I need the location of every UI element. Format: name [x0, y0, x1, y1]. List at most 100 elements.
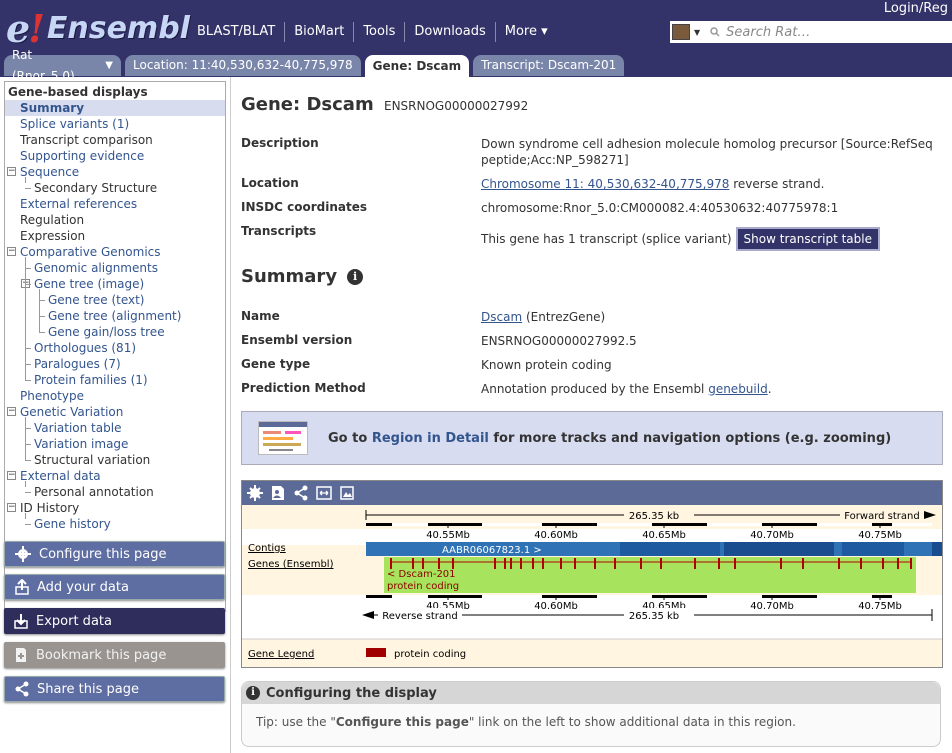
sidebar-item-label[interactable]: Gene gain/loss tree	[48, 325, 165, 339]
nav-blast[interactable]: BLAST/BLAT	[188, 22, 286, 42]
nav-downloads[interactable]: Downloads	[405, 22, 496, 42]
sidebar-item-label[interactable]: Sequence	[20, 165, 79, 179]
gene-track-image[interactable]: 265.35 kb Forward strand 40.55Mb 40.60Mb 4…	[242, 505, 942, 667]
show-transcript-table-button[interactable]: Show transcript table	[735, 227, 880, 251]
add-data-button[interactable]: Add your data	[4, 574, 225, 600]
tab-gene[interactable]: Gene: Dscam	[364, 55, 470, 77]
ensembl-logo[interactable]: e! Ensembl	[6, 6, 190, 51]
image-add-data-button[interactable]	[269, 485, 287, 501]
sidebar-item-label[interactable]: Summary	[20, 101, 84, 115]
tree-line	[39, 289, 40, 332]
sidebar-item-genomic-alignments[interactable]: Genomic alignments	[34, 260, 158, 276]
nav-tools[interactable]: Tools	[354, 22, 406, 42]
share-page-label: Share this page	[37, 681, 139, 697]
prediction-prefix: Annotation produced by the Ensembl	[481, 382, 709, 396]
name-link[interactable]: Dscam	[481, 310, 522, 324]
sidebar-item-label[interactable]: Genetic Variation	[20, 405, 123, 419]
sidebar-item-secondary-structure: Secondary Structure	[34, 180, 157, 196]
genebuild-link[interactable]: genebuild	[708, 382, 768, 396]
sidebar-item-label[interactable]: Variation table	[34, 421, 121, 435]
configuring-tip: Tip: use the "Configure this page" link …	[242, 704, 940, 729]
sidebar-item-splice-variants[interactable]: Splice variants (1)	[20, 116, 129, 132]
share-page-button[interactable]: Share this page	[4, 676, 225, 702]
sidebar-item-protein-families[interactable]: Protein families (1)	[34, 372, 148, 388]
name-value: Dscam (EntrezGene)	[481, 309, 941, 325]
sidebar-item-sequence[interactable]: Sequence	[20, 164, 79, 180]
exon	[640, 558, 642, 569]
sidebar-item-summary[interactable]: Summary	[5, 100, 225, 116]
region-prefix: Go to	[328, 430, 372, 446]
contigs-track-label[interactable]: Contigs	[248, 543, 286, 554]
sidebar-item-label[interactable]: Orthologues (81)	[34, 341, 136, 355]
export-data-button[interactable]: Export data	[4, 608, 225, 634]
tab-species[interactable]: Rat (Rnor_5.0) ▼	[4, 48, 121, 83]
collapse-toggle-icon[interactable]: −	[7, 247, 16, 256]
tip-bold: Configure this page	[335, 715, 469, 729]
summary-heading: Summary i	[241, 266, 364, 287]
genes-track-label[interactable]: Genes (Ensembl)	[248, 559, 334, 570]
image-export-button[interactable]	[338, 485, 356, 501]
image-share-button[interactable]	[292, 485, 310, 501]
sidebar-item-label[interactable]: Splice variants (1)	[20, 117, 129, 131]
sidebar-item-external-references[interactable]: External references	[20, 196, 137, 212]
sidebar-item-label[interactable]: Supporting evidence	[20, 149, 144, 163]
nav-more[interactable]: More ▾	[496, 22, 557, 42]
nav-biomart[interactable]: BioMart	[285, 22, 355, 42]
sidebar-item-gene-history[interactable]: Gene history	[34, 516, 111, 532]
sidebar-item-label[interactable]: Genomic alignments	[34, 261, 158, 275]
chevron-down-icon[interactable]: ▼	[694, 28, 700, 37]
sidebar-item-label[interactable]: Gene tree (image)	[34, 277, 144, 291]
image-resize-button[interactable]	[315, 485, 333, 501]
sidebar-item-label[interactable]: External references	[20, 197, 137, 211]
exon	[860, 558, 862, 569]
sidebar-item-comparative-genomics[interactable]: Comparative Genomics	[20, 244, 161, 260]
configuring-title: Configuring the display	[266, 685, 437, 701]
ruler-segment	[707, 523, 762, 526]
sidebar-item-label[interactable]: Comparative Genomics	[20, 245, 161, 259]
sidebar-item-label[interactable]: Gene tree (alignment)	[48, 309, 181, 323]
species-icon[interactable]	[672, 24, 690, 40]
sidebar-item-label[interactable]: Paralogues (7)	[34, 357, 121, 371]
sidebar-item-phenotype[interactable]: Phenotype	[20, 388, 84, 404]
configure-page-button[interactable]: Configure this page	[4, 541, 225, 567]
sidebar-item-label[interactable]: External data	[20, 469, 101, 483]
sidebar-item-gene-tree-alignment[interactable]: Gene tree (alignment)	[48, 308, 181, 324]
search-box[interactable]: ▼ Search Rat…	[670, 21, 952, 43]
sidebar-item-gene-gain-loss-tree[interactable]: Gene gain/loss tree	[48, 324, 165, 340]
region-thumbnail[interactable]	[258, 421, 308, 455]
image-config-button[interactable]	[246, 485, 264, 501]
ruler-segment	[597, 595, 652, 598]
region-in-detail-link[interactable]: Region in Detail	[372, 431, 489, 446]
sidebar-item-label[interactable]: Variation image	[34, 437, 128, 451]
share-icon	[294, 485, 308, 501]
bookmark-icon	[16, 648, 26, 662]
collapse-toggle-icon[interactable]: −	[7, 407, 16, 416]
sidebar-item-variation-image[interactable]: Variation image	[34, 436, 128, 452]
sidebar-item-gene-tree-text[interactable]: Gene tree (text)	[48, 292, 145, 308]
transcripts-value: This gene has 1 transcript (splice varia…	[481, 227, 941, 251]
info-icon[interactable]: i	[347, 268, 364, 285]
contig-segment-4	[932, 542, 942, 556]
gene-legend-label[interactable]: Gene Legend	[248, 649, 314, 660]
location-link[interactable]: Chromosome 11: 40,530,632-40,775,978	[481, 177, 729, 191]
collapse-toggle-icon[interactable]: −	[7, 471, 16, 480]
sidebar-item-gene-tree-image[interactable]: Gene tree (image)	[34, 276, 144, 292]
login-link[interactable]: Login/Reg	[884, 1, 948, 16]
sidebar-item-label[interactable]: Gene history	[34, 517, 111, 531]
sidebar-item-label[interactable]: Protein families (1)	[34, 373, 148, 387]
region-text: Go to Region in Detail for more tracks a…	[328, 431, 891, 446]
sidebar-item-paralogues[interactable]: Paralogues (7)	[34, 356, 121, 372]
sidebar-item-label[interactable]: Phenotype	[20, 389, 84, 403]
search-input[interactable]: Search Rat…	[710, 25, 810, 40]
sidebar-item-variation-table[interactable]: Variation table	[34, 420, 121, 436]
sidebar-item-external-data[interactable]: External data	[20, 468, 101, 484]
tab-location[interactable]: Location: 11:40,530,632-40,775,978	[125, 55, 361, 76]
sidebar-item-label[interactable]: Gene tree (text)	[48, 293, 145, 307]
sidebar-item-supporting-evidence[interactable]: Supporting evidence	[20, 148, 144, 164]
tab-transcript[interactable]: Transcript: Dscam-201	[473, 55, 625, 76]
collapse-toggle-icon[interactable]: −	[7, 503, 16, 512]
collapse-toggle-icon[interactable]: −	[7, 167, 16, 176]
sidebar-item-genetic-variation[interactable]: Genetic Variation	[20, 404, 123, 420]
sidebar-item-orthologues[interactable]: Orthologues (81)	[34, 340, 136, 356]
bookmark-page-button[interactable]: Bookmark this page	[4, 642, 225, 668]
